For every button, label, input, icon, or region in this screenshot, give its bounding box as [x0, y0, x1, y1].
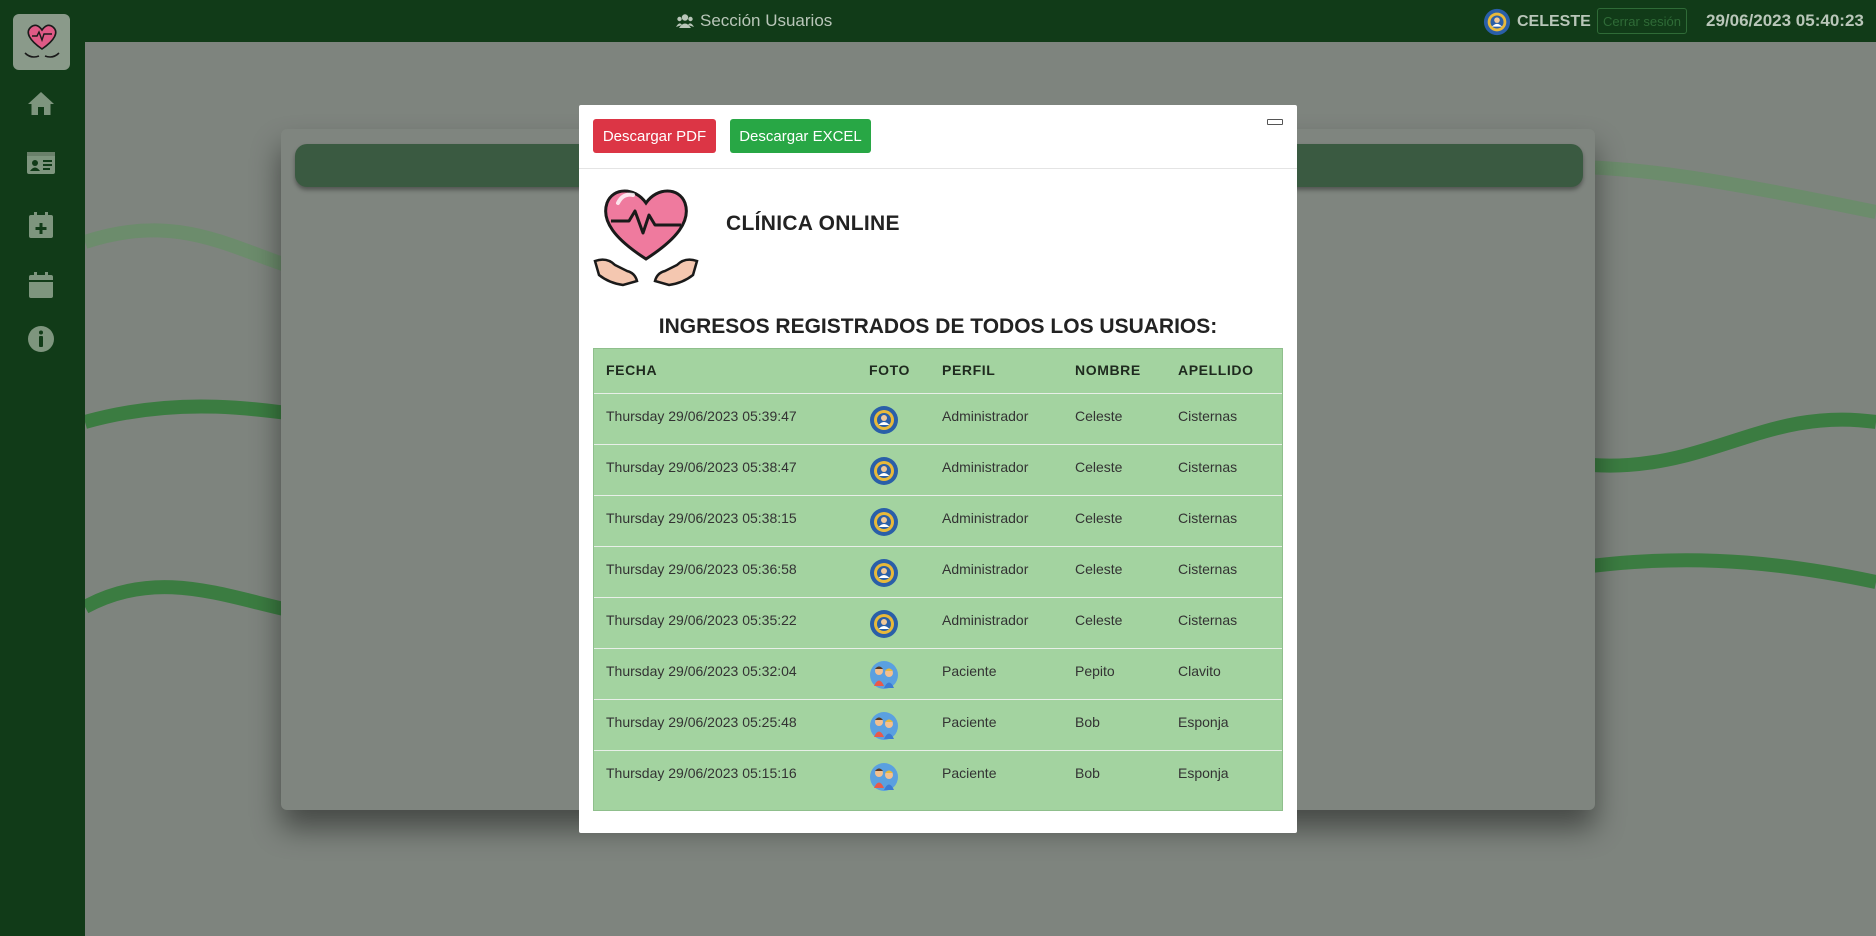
cell-nombre: Bob: [1075, 714, 1100, 730]
cell-apellido: Esponja: [1178, 765, 1229, 781]
table-row: Thursday 29/06/2023 05:39:47 Administrado…: [594, 394, 1282, 445]
cell-perfil: Administrador: [942, 459, 1029, 475]
cell-apellido: Cisternas: [1178, 612, 1238, 628]
cell-perfil: Administrador: [942, 561, 1029, 577]
table-header: FECHA FOTO PERFIL NOMBRE APELLIDO: [594, 349, 1282, 394]
header-nombre: NOMBRE: [1075, 362, 1141, 378]
admin-avatar-icon: [869, 456, 899, 486]
app-logo[interactable]: [13, 14, 70, 70]
header-foto: FOTO: [869, 362, 911, 378]
header-fecha: FECHA: [606, 362, 658, 378]
sidebar: [0, 0, 85, 936]
cell-perfil: Administrador: [942, 408, 1029, 424]
cell-fecha: Thursday 29/06/2023 05:36:58: [606, 561, 797, 577]
users-icon: [676, 14, 694, 28]
patient-avatar-icon: [869, 762, 899, 792]
section-title-label: Sección Usuarios: [700, 11, 833, 30]
logout-button[interactable]: Cerrar sesión: [1597, 8, 1687, 34]
cell-nombre: Pepito: [1075, 663, 1115, 679]
cell-apellido: Esponja: [1178, 714, 1229, 730]
header-perfil: PERFIL: [942, 362, 996, 378]
calendar-icon[interactable]: [26, 270, 56, 300]
admin-avatar-icon: [869, 609, 899, 639]
download-pdf-button[interactable]: Descargar PDF: [593, 119, 716, 153]
info-icon[interactable]: [26, 324, 56, 354]
minimize-icon[interactable]: [1267, 119, 1283, 125]
admin-avatar-icon: [1483, 8, 1511, 36]
cell-apellido: Cisternas: [1178, 561, 1238, 577]
top-bar: Sección Usuarios CELESTE Cerrar sesión 2…: [0, 0, 1876, 42]
cell-perfil: Administrador: [942, 510, 1029, 526]
cell-fecha: Thursday 29/06/2023 05:15:16: [606, 765, 797, 781]
cell-apellido: Cisternas: [1178, 459, 1238, 475]
patient-avatar-icon: [869, 660, 899, 690]
home-icon[interactable]: [26, 88, 56, 118]
cell-perfil: Paciente: [942, 765, 997, 781]
admin-avatar-icon: [869, 507, 899, 537]
download-excel-button[interactable]: Descargar EXCEL: [730, 119, 871, 153]
table-row: Thursday 29/06/2023 05:36:58 Administrado…: [594, 547, 1282, 598]
table-row: Thursday 29/06/2023 05:35:22 Administrado…: [594, 598, 1282, 649]
logins-table: FECHA FOTO PERFIL NOMBRE APELLIDO Thursd…: [593, 348, 1283, 811]
cell-nombre: Celeste: [1075, 510, 1123, 526]
table-row: Thursday 29/06/2023 05:32:04 Paciente Pepi…: [594, 649, 1282, 700]
cell-perfil: Paciente: [942, 714, 997, 730]
section-title: Sección Usuarios: [676, 11, 832, 31]
heart-hands-logo-icon: [23, 24, 60, 58]
user-name: CELESTE: [1517, 13, 1591, 30]
cell-nombre: Celeste: [1075, 408, 1123, 424]
cell-fecha: Thursday 29/06/2023 05:32:04: [606, 663, 797, 679]
current-datetime: 29/06/2023 05:40:23: [1706, 11, 1864, 30]
cell-fecha: Thursday 29/06/2023 05:39:47: [606, 408, 797, 424]
cell-nombre: Celeste: [1075, 459, 1123, 475]
header-apellido: APELLIDO: [1178, 362, 1254, 378]
patient-avatar-icon: [869, 711, 899, 741]
admin-avatar-icon: [869, 405, 899, 435]
id-card-icon[interactable]: [26, 148, 56, 178]
cell-fecha: Thursday 29/06/2023 05:35:22: [606, 612, 797, 628]
modal-toolbar: Descargar PDF Descargar EXCEL: [579, 105, 1297, 169]
table-row: Thursday 29/06/2023 05:38:47 Administrado…: [594, 445, 1282, 496]
cell-perfil: Administrador: [942, 612, 1029, 628]
cell-nombre: Celeste: [1075, 561, 1123, 577]
cell-fecha: Thursday 29/06/2023 05:25:48: [606, 714, 797, 730]
report-title: INGRESOS REGISTRADOS DE TODOS LOS USUARI…: [658, 315, 1218, 338]
admin-avatar-icon: [869, 558, 899, 588]
calendar-plus-icon[interactable]: [26, 210, 56, 240]
user-info: CELESTE: [1483, 8, 1591, 36]
cell-fecha: Thursday 29/06/2023 05:38:47: [606, 459, 797, 475]
cell-apellido: Clavito: [1178, 663, 1221, 679]
cell-nombre: Celeste: [1075, 612, 1123, 628]
report-modal: Descargar PDF Descargar EXCEL CLÍNICA ON…: [579, 105, 1297, 833]
table-row: Thursday 29/06/2023 05:38:15 Administrado…: [594, 496, 1282, 547]
cell-nombre: Bob: [1075, 765, 1100, 781]
table-row: Thursday 29/06/2023 05:25:48 Paciente Bob E…: [594, 700, 1282, 751]
cell-perfil: Paciente: [942, 663, 997, 679]
cell-apellido: Cisternas: [1178, 510, 1238, 526]
cell-apellido: Cisternas: [1178, 408, 1238, 424]
clinic-logo-icon: [593, 189, 699, 287]
clinic-name: CLÍNICA ONLINE: [726, 212, 900, 235]
cell-fecha: Thursday 29/06/2023 05:38:15: [606, 510, 797, 526]
table-row: Thursday 29/06/2023 05:15:16 Paciente Bob E…: [594, 751, 1282, 802]
